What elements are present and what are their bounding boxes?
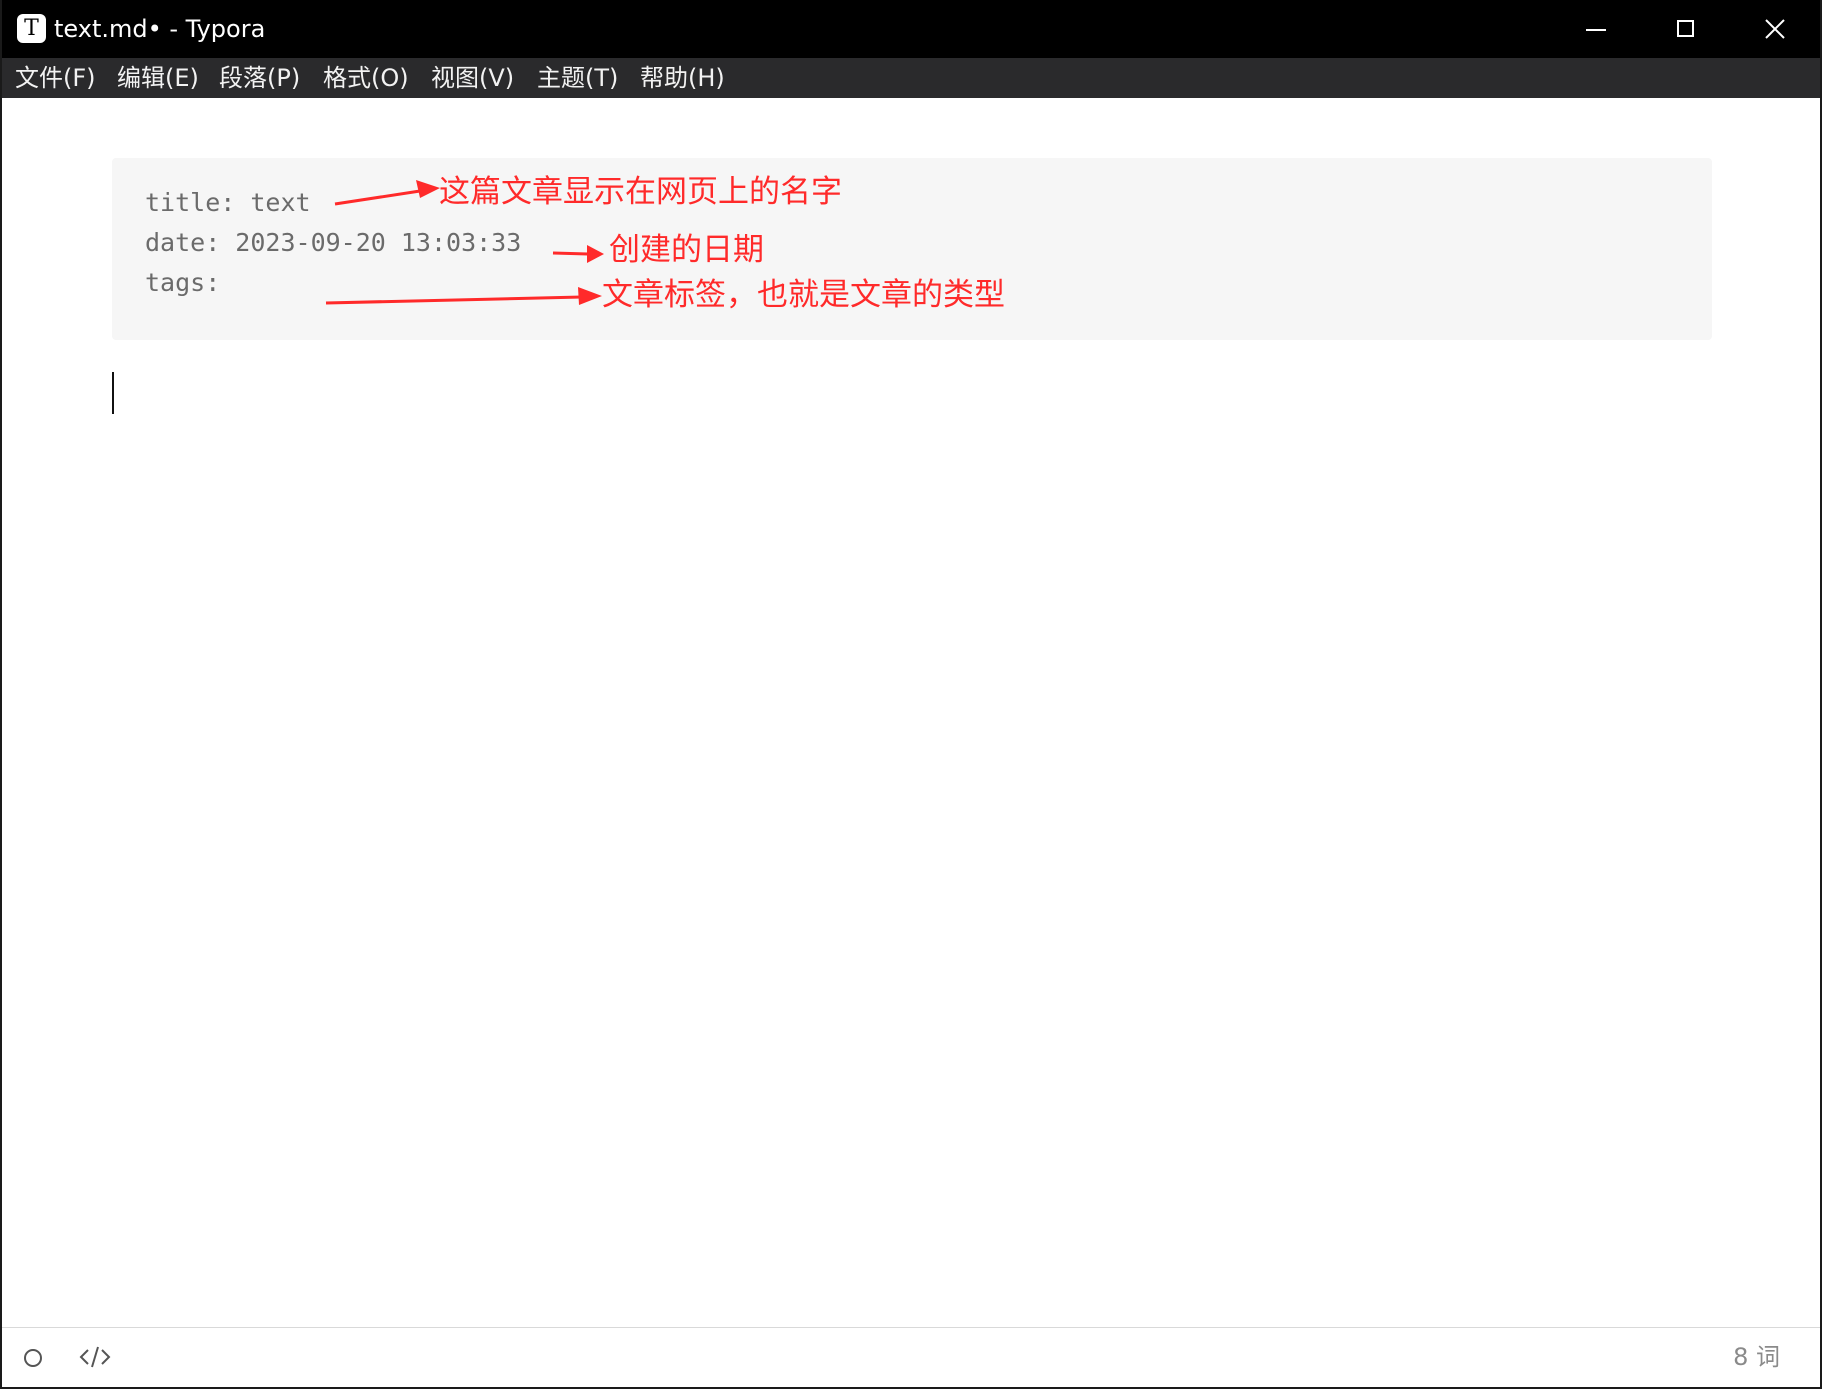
menu-paragraph[interactable]: 段落(P): [219, 58, 300, 98]
close-icon: [1765, 19, 1785, 39]
title-annotation: 这篇文章显示在网页上的名字: [439, 174, 842, 210]
outline-toggle-icon[interactable]: [24, 1349, 42, 1367]
typora-app-icon: T: [17, 14, 46, 43]
minimize-button[interactable]: [1550, 0, 1640, 58]
source-code-glyph: [79, 1346, 111, 1368]
text-cursor: [112, 372, 114, 414]
maximize-button[interactable]: [1640, 0, 1730, 58]
window-title: text.md• - Typora: [54, 15, 266, 43]
minimize-icon: [1586, 29, 1606, 31]
date-arrow: [552, 245, 604, 263]
menu-theme[interactable]: 主题(T): [537, 58, 618, 98]
close-button[interactable]: [1730, 0, 1820, 58]
date-annotation: 创建的日期: [609, 232, 764, 268]
tags-annotation: 文章标签，也就是文章的类型: [602, 277, 1005, 313]
title-arrow: [334, 180, 440, 206]
typora-window: T text.md• - Typora 文件(F) 编辑(E) 段落(P) 格式…: [0, 0, 1822, 1389]
menu-help[interactable]: 帮助(H): [640, 58, 725, 98]
maximize-icon: [1677, 20, 1694, 37]
menu-file[interactable]: 文件(F): [15, 58, 96, 98]
word-count[interactable]: 8 词: [1733, 1342, 1780, 1372]
menu-edit[interactable]: 编辑(E): [117, 58, 199, 98]
tags-arrow: [325, 287, 602, 305]
source-code-icon[interactable]: [78, 1342, 112, 1372]
status-bar: 8 词: [2, 1327, 1820, 1387]
menu-bar: 文件(F) 编辑(E) 段落(P) 格式(O) 视图(V) 主题(T) 帮助(H…: [2, 58, 1820, 98]
menu-format[interactable]: 格式(O): [323, 58, 409, 98]
title-bar[interactable]: T text.md• - Typora: [2, 0, 1820, 58]
editor-area[interactable]: title: text date: 2023-09-20 13:03:33 ta…: [2, 98, 1820, 1328]
menu-view[interactable]: 视图(V): [431, 58, 514, 98]
